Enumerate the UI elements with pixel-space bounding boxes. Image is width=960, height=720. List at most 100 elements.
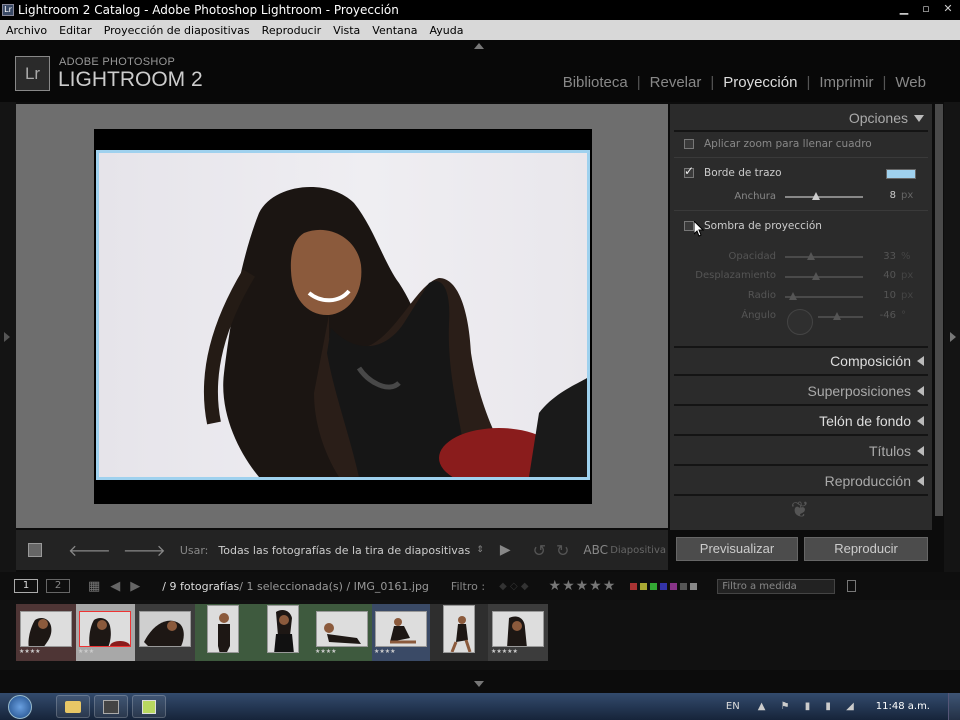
desplazamiento-value[interactable]: 40	[856, 270, 896, 281]
angle-dial[interactable]	[787, 309, 813, 335]
filmstrip-thumb[interactable]	[430, 605, 488, 660]
app-taskbar-icon[interactable]	[132, 695, 166, 718]
back-arrow-icon[interactable]: ◀	[110, 579, 120, 594]
next-arrow-icon[interactable]: 🡒	[123, 540, 166, 560]
purple-label-icon[interactable]	[670, 582, 678, 590]
filmstrip-thumb[interactable]: ★★★★	[372, 605, 430, 660]
opacidad-slider[interactable]	[785, 252, 863, 260]
section-reproduccion-header[interactable]: Reproducción	[825, 473, 924, 489]
radio-slider[interactable]	[785, 292, 863, 300]
view-2-button[interactable]: 2	[46, 579, 70, 593]
borde-checkbox[interactable]	[684, 164, 694, 178]
panel-scrollbar[interactable]	[935, 104, 943, 516]
menu-vista[interactable]: Vista	[327, 24, 366, 37]
lightroom-taskbar-icon[interactable]	[94, 695, 128, 718]
filmstrip-thumb-selected[interactable]: ★★★	[76, 605, 134, 660]
grid-icon[interactable]: ▦	[88, 579, 100, 594]
play-button[interactable]: Reproducir	[804, 537, 928, 561]
menu-archivo[interactable]: Archivo	[0, 24, 53, 37]
preview-button[interactable]: Previsualizar	[676, 537, 798, 561]
right-panel-edge[interactable]	[944, 102, 960, 572]
desplazamiento-unit: px	[901, 270, 914, 281]
slider-knob[interactable]	[833, 312, 842, 320]
rotate-right-icon[interactable]: ↻	[556, 541, 569, 560]
section-opciones-header[interactable]: Opciones	[849, 110, 924, 126]
stop-button[interactable]	[28, 543, 42, 557]
minimize-button[interactable]: ▁	[896, 2, 912, 16]
explorer-taskbar-icon[interactable]	[56, 695, 90, 718]
green-label-icon[interactable]	[650, 582, 658, 590]
blue-label-icon[interactable]	[660, 582, 668, 590]
menu-proyeccion[interactable]: Proyección de diapositivas	[98, 24, 256, 37]
slider-knob[interactable]	[812, 272, 821, 280]
angulo-value[interactable]: -46	[856, 310, 896, 321]
section-telon-header[interactable]: Telón de fondo	[819, 413, 924, 429]
slider-knob[interactable]	[788, 292, 797, 300]
filmstrip-thumb[interactable]	[254, 605, 312, 660]
yellow-label-icon[interactable]	[640, 582, 648, 590]
slide-photo[interactable]	[96, 150, 590, 480]
show-desktop-button[interactable]	[948, 693, 960, 720]
anchura-value[interactable]: 8	[856, 190, 896, 201]
section-composicion-header[interactable]: Composición	[830, 353, 924, 369]
filter-select[interactable]: Filtro a medida	[717, 578, 836, 594]
filmstrip-thumb[interactable]: ★★★★	[313, 605, 371, 660]
menu-editar[interactable]: Editar	[53, 24, 98, 37]
select-chevron-icon[interactable]: ⇕	[476, 545, 484, 555]
module-revelar[interactable]: Revelar	[650, 74, 702, 91]
star-filter-icons[interactable]: ★★★★★	[549, 578, 617, 594]
radio-value[interactable]: 10	[856, 290, 896, 301]
sombra-checkbox[interactable]	[684, 221, 694, 231]
collapse-right-arrow-icon[interactable]	[950, 332, 956, 342]
forward-arrow-icon[interactable]: ▶	[130, 579, 140, 594]
color-label-filters[interactable]	[630, 582, 698, 590]
rotate-left-icon[interactable]: ↺	[533, 541, 546, 560]
usar-select[interactable]: Todas las fotografías de la tira de diap…	[218, 544, 470, 557]
expand-left-arrow-icon[interactable]	[4, 332, 10, 342]
none-label-icon[interactable]	[690, 582, 698, 590]
start-button[interactable]	[0, 693, 40, 720]
module-web[interactable]: Web	[895, 74, 926, 91]
gray-label-icon[interactable]	[680, 582, 688, 590]
filmstrip-thumb[interactable]: ★★★★	[17, 605, 75, 660]
close-button[interactable]: ✕	[940, 2, 956, 16]
toolbar-right-label: Diapositiva	[610, 544, 666, 556]
menu-ventana[interactable]: Ventana	[366, 24, 423, 37]
language-indicator[interactable]: EN	[726, 701, 740, 712]
tray-icons[interactable]: ▲ ⚑ ▮ ▮ ◢	[758, 701, 860, 712]
desplazamiento-slider[interactable]	[785, 272, 863, 280]
module-biblioteca[interactable]: Biblioteca	[563, 74, 628, 91]
filter-lock-icon[interactable]	[847, 580, 857, 592]
windows-orb-icon[interactable]	[8, 694, 32, 719]
slider-knob[interactable]	[812, 192, 821, 200]
menu-reproducir[interactable]: Reproducir	[256, 24, 328, 37]
opacidad-value[interactable]: 33	[856, 251, 896, 262]
anchura-slider[interactable]	[785, 192, 863, 200]
red-label-icon[interactable]	[630, 582, 638, 590]
borde-option[interactable]: Borde de trazo	[684, 164, 782, 179]
module-proyeccion[interactable]: Proyección	[723, 74, 797, 91]
filmstrip-thumb[interactable]: ★★★★★	[489, 605, 547, 660]
borde-color-swatch[interactable]	[886, 169, 916, 179]
filmstrip-thumb[interactable]	[194, 605, 252, 660]
view-1-button[interactable]: 1	[14, 579, 38, 593]
section-titulos-header[interactable]: Títulos	[869, 443, 924, 459]
collapse-top-arrow-icon[interactable]	[474, 43, 484, 49]
zoom-checkbox[interactable]	[684, 139, 694, 149]
filmstrip-thumb[interactable]	[136, 605, 194, 660]
maximize-button[interactable]: ▫	[918, 2, 934, 16]
left-panel-collapsed[interactable]	[0, 102, 16, 572]
clock[interactable]: 11:48 a.m.	[876, 701, 930, 712]
menu-ayuda[interactable]: Ayuda	[423, 24, 469, 37]
collapse-bottom-arrow-icon[interactable]	[474, 681, 484, 687]
filmstrip-bar: 1 2 ▦ ◀ ▶ / 9 fotografías / 1 selecciona…	[0, 572, 960, 600]
previous-arrow-icon[interactable]: 🡐	[68, 540, 111, 560]
zoom-option[interactable]: Aplicar zoom para llenar cuadro	[684, 138, 872, 150]
play-icon[interactable]: ▶	[500, 542, 511, 558]
section-superposiciones-header[interactable]: Superposiciones	[807, 383, 924, 399]
module-imprimir[interactable]: Imprimir	[819, 74, 873, 91]
flag-filter-icons[interactable]: ◆ ◇ ◆	[499, 581, 528, 592]
sombra-option[interactable]: Sombra de proyección	[684, 220, 822, 232]
slider-knob[interactable]	[806, 252, 815, 260]
add-text-button[interactable]: ABC	[583, 543, 608, 557]
